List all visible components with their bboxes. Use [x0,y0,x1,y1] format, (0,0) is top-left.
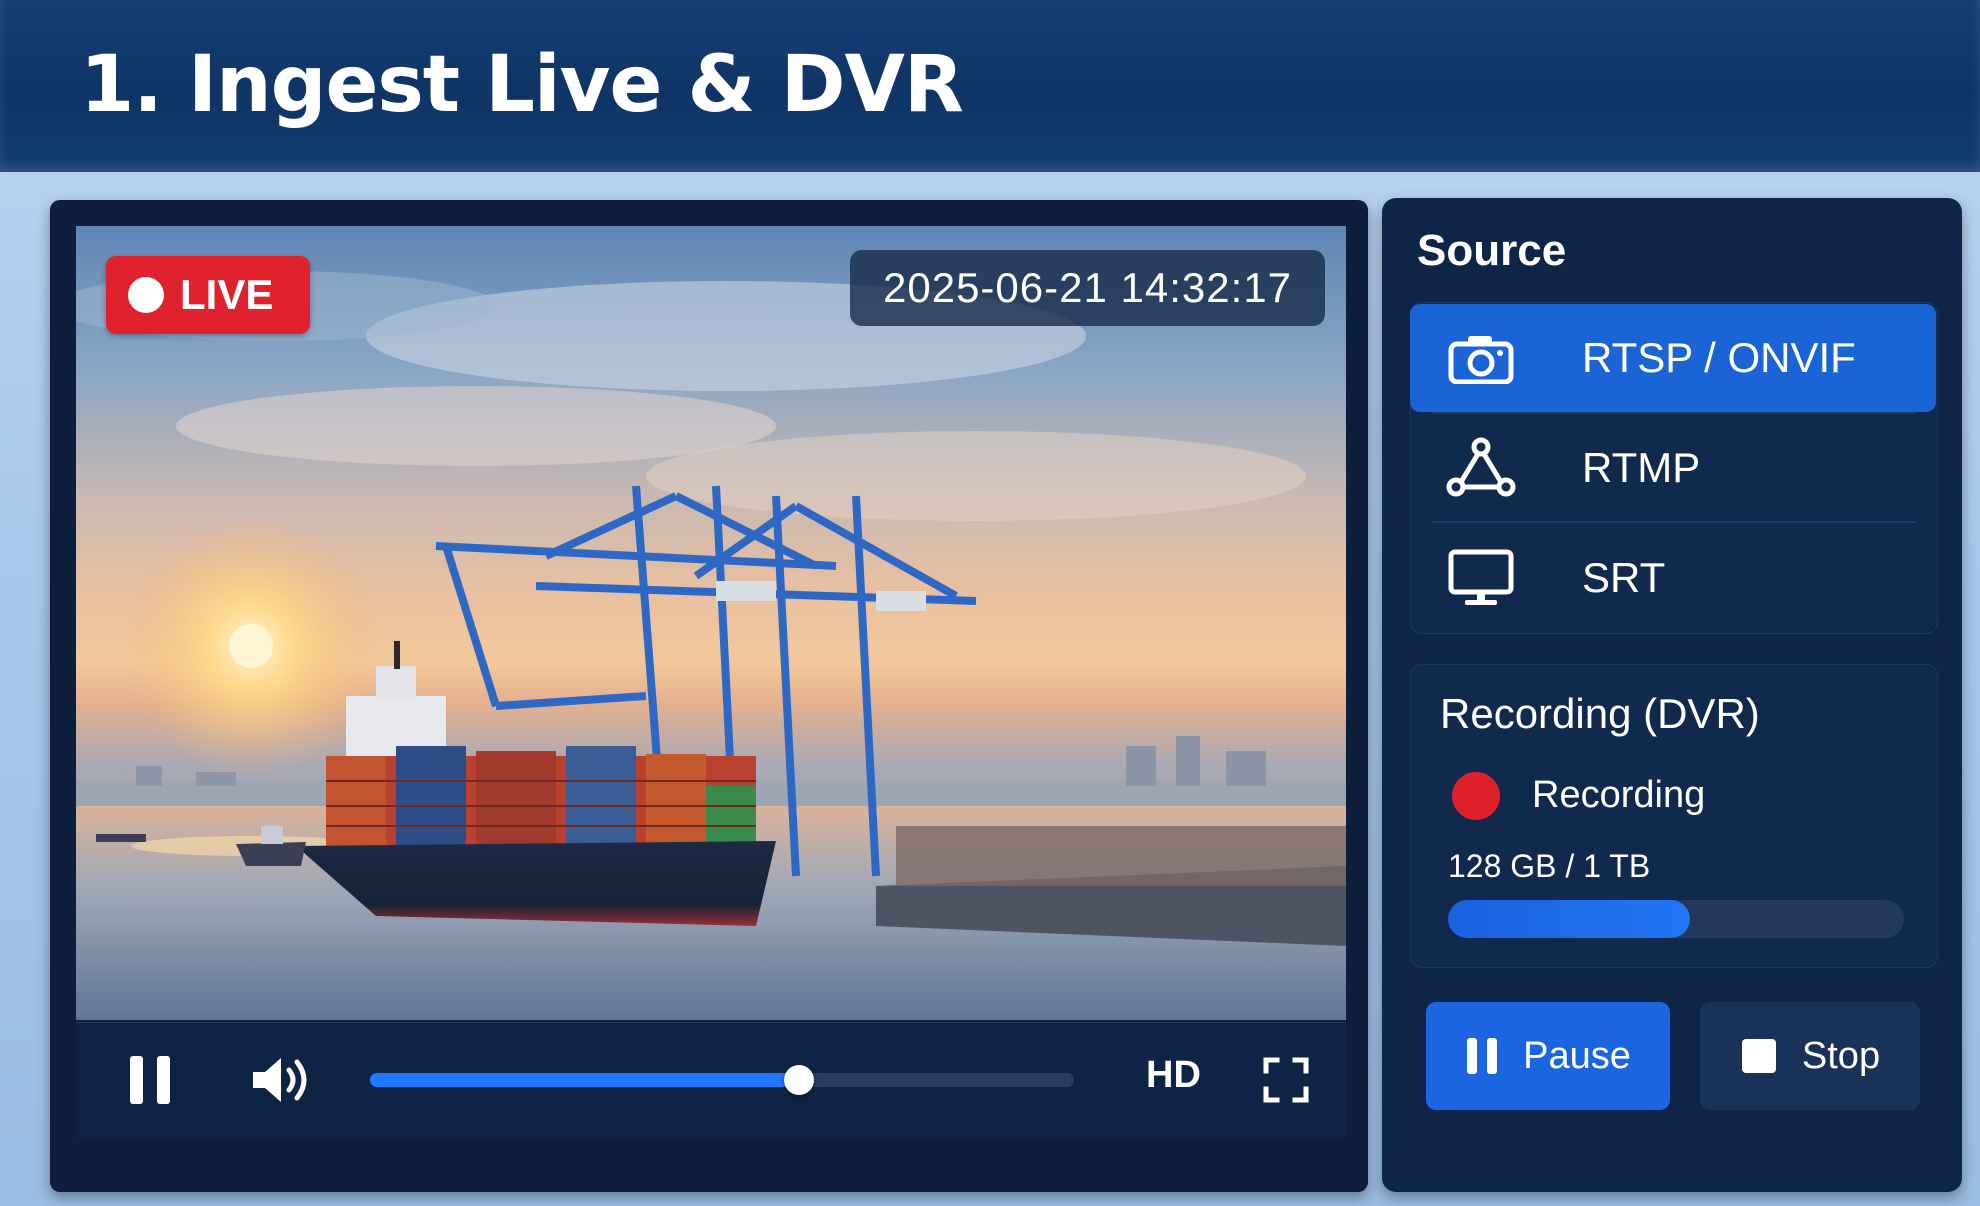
recording-indicator-icon [1452,772,1500,820]
quality-button[interactable]: HD [1146,1054,1201,1097]
source-item-label: RTMP [1582,444,1701,491]
play-pause-button[interactable] [120,1052,180,1108]
divider [1432,412,1916,414]
source-item-rtsp-onvif[interactable]: RTSP / ONVIF [1410,304,1936,412]
video-feed[interactable] [76,226,1346,1020]
pause-button[interactable]: Pause [1426,1002,1670,1110]
recording-title: Recording (DVR) [1440,690,1760,737]
pause-icon [1465,1036,1499,1076]
live-badge: LIVE [106,256,310,334]
video-scene [76,271,1346,1020]
storage-progress-bar [1448,900,1904,938]
stop-button-label: Stop [1801,1034,1881,1077]
live-label: LIVE [180,271,274,318]
divider [1432,521,1916,523]
source-item-rtmp[interactable]: RTMP [1410,414,1936,522]
seek-bar-fill [370,1073,800,1087]
storage-usage-text: 128 GB / 1 TB [1448,848,1651,884]
source-title: Source [1417,226,1567,275]
pause-button-label: Pause [1523,1034,1631,1077]
source-item-srt[interactable]: SRT [1410,524,1936,632]
monitor-icon [1446,543,1516,613]
pause-icon [130,1056,170,1104]
stop-button[interactable]: Stop [1700,1002,1920,1110]
network-icon [1446,433,1516,503]
live-dot-icon [128,277,164,313]
volume-button[interactable] [246,1052,316,1108]
seek-bar[interactable] [370,1073,1074,1087]
source-item-label: RTSP / ONVIF [1582,334,1856,381]
camera-icon [1446,323,1516,393]
source-item-label: SRT [1582,554,1666,601]
stop-icon [1740,1037,1778,1075]
timestamp-overlay: 2025-06-21 14:32:17 [850,250,1325,326]
volume-icon [253,1058,307,1102]
page-title: 1. Ingest Live & DVR [80,40,964,130]
fullscreen-icon [1263,1057,1309,1103]
recording-status: Recording [1532,774,1706,816]
fullscreen-button[interactable] [1258,1052,1314,1108]
storage-progress-fill [1448,900,1690,938]
